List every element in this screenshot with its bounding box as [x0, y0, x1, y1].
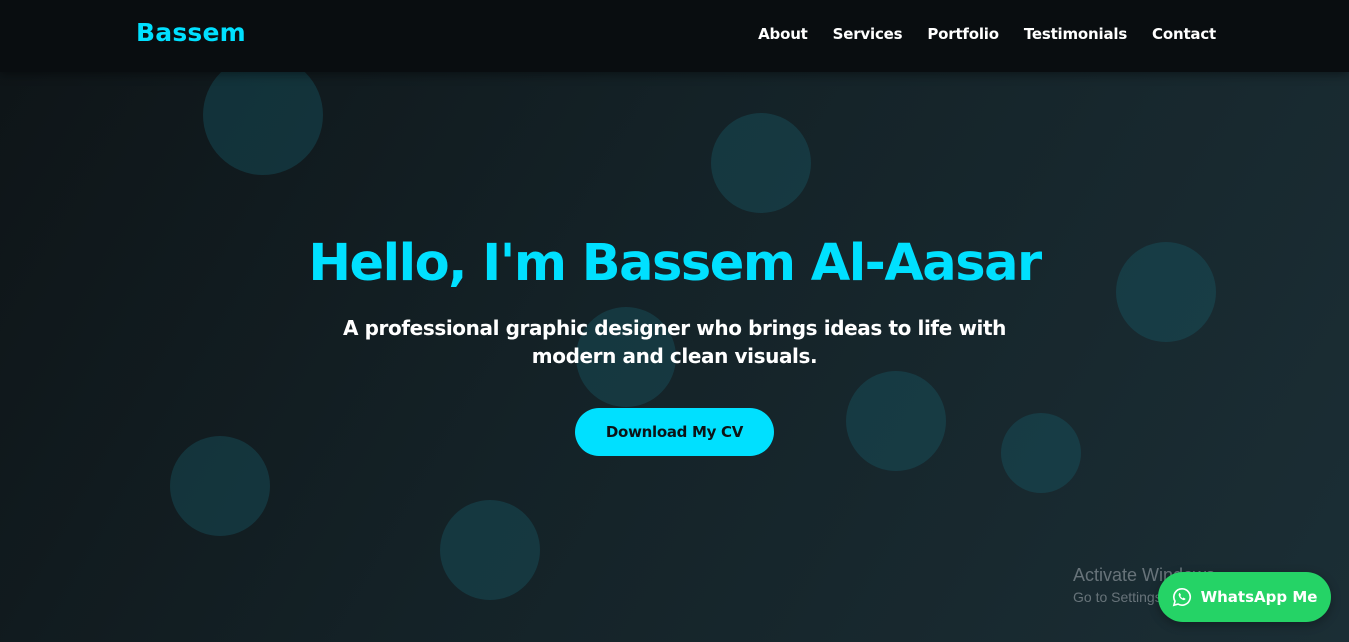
decorative-bubble: [711, 113, 811, 213]
whatsapp-label: WhatsApp Me: [1200, 588, 1318, 606]
nav-link-portfolio[interactable]: Portfolio: [927, 25, 999, 43]
nav-link-contact[interactable]: Contact: [1152, 25, 1216, 43]
hero-title: Hello, I'm Bassem Al-Aasar: [308, 234, 1042, 293]
nav-link-testimonials[interactable]: Testimonials: [1024, 25, 1127, 43]
decorative-bubble: [440, 500, 540, 600]
hero-content: Hello, I'm Bassem Al-Aasar A professiona…: [0, 232, 1349, 456]
decorative-bubble: [203, 55, 323, 175]
site-header: Bassem About Services Portfolio Testimon…: [0, 0, 1349, 72]
download-cv-button[interactable]: Download My CV: [575, 408, 774, 456]
whatsapp-icon: [1172, 587, 1192, 607]
nav-link-about[interactable]: About: [758, 25, 808, 43]
hero-subtitle: A professional graphic designer who brin…: [343, 316, 1006, 368]
main-nav: About Services Portfolio Testimonials Co…: [758, 25, 1216, 43]
hero-section: Hello, I'm Bassem Al-Aasar A professiona…: [0, 0, 1349, 642]
site-logo[interactable]: Bassem: [136, 18, 246, 47]
whatsapp-button[interactable]: WhatsApp Me: [1158, 572, 1331, 622]
nav-link-services[interactable]: Services: [833, 25, 903, 43]
